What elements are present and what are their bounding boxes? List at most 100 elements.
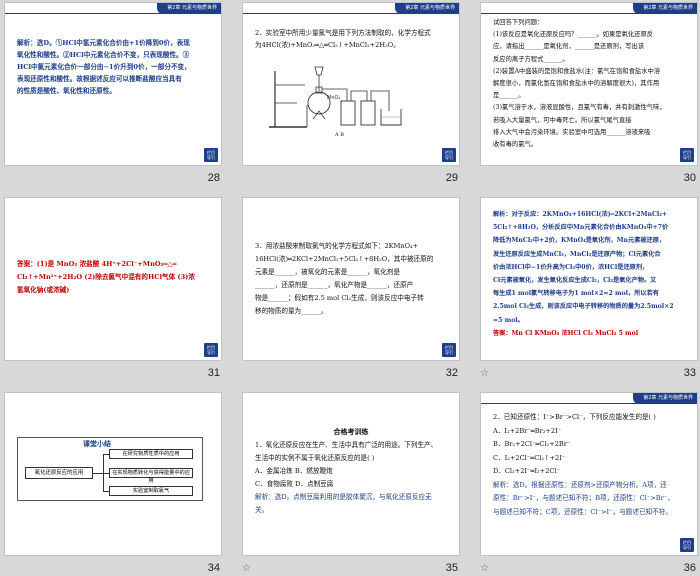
- text-line: 移的物质的量为______。: [255, 307, 328, 315]
- text-line: 生活中的实例不属于氧化还原反应的是( ): [255, 454, 375, 462]
- summary-branch: 在研究物质性质中的应用: [109, 449, 193, 459]
- slide-thumb-31[interactable]: 答案：(1)是 MnO₂ 浓盐酸 4H⁺+2Cl⁻+MnO₂═△═ Cl₂↑+M…: [0, 195, 224, 381]
- slide-number: 34: [207, 562, 220, 574]
- slide-number: 28: [207, 172, 220, 184]
- section-title: 合格考训练: [333, 427, 369, 436]
- svg-text:MnO₂: MnO₂: [327, 95, 340, 101]
- slide-number: 35: [445, 562, 458, 574]
- text-line: 排入大气中会污染环境。实验室中可选用______溶液来吸: [493, 128, 651, 136]
- back-nav-button[interactable]: 栏目 导引: [442, 343, 456, 357]
- text-line: Cl₂↑+Mn²⁺+2H₂O (2)除去氯气中混有的HCl气体 (3)浓: [17, 273, 195, 281]
- text-line: 应，请指出______是氧化剂，______是还原剂，写出该: [493, 43, 645, 51]
- header-line: [481, 403, 697, 404]
- slide-text: 1．氧化还原反应在生产、生活中具有广泛的用途。下列生产、 生活中的实例不属于氧化…: [255, 439, 445, 517]
- text-line: 氧化性和酸性。②HCl中元素化合价不变，只表现酸性。③: [17, 51, 190, 59]
- text-line: B．Br₂+2Cl⁻═Cl₂+2Br⁻: [493, 440, 571, 448]
- slide-30-canvas[interactable]: 第2章 元素与物质世界 试回答下列问题： (1)该反应是氧化还原反应吗？____…: [480, 2, 698, 166]
- slide-thumb-36[interactable]: 第2章 元素与物质世界 2．已知还原性：I⁻>Br⁻>Cl⁻，下列反应能发生的是…: [476, 390, 700, 576]
- slide-number: 36: [683, 562, 696, 574]
- text-line: HCl中氯元素化合价一部分由−1价升到0价，一部分不变，: [17, 63, 191, 71]
- slide-thumb-35[interactable]: 合格考训练 1．氧化还原反应在生产、生活中具有广泛的用途。下列生产、 生活中的实…: [238, 390, 462, 576]
- animation-star-icon[interactable]: ☆: [242, 563, 251, 574]
- text-line: 表现还原性和酸性。故根据述反应可以推断盐酸应当具有: [17, 75, 182, 83]
- slide-number: 33: [683, 367, 696, 379]
- slide-35-canvas[interactable]: 合格考训练 1．氧化还原反应在生产、生活中具有广泛的用途。下列生产、 生活中的实…: [242, 392, 460, 556]
- slide-text: 3．用浓盐酸来制取氯气的化学方程式如下：2KMnO₄+ 16HCl(浓)═2KC…: [255, 240, 445, 318]
- text-line: (1)该反应是氧化还原反应吗？______。如果是氧化还原反: [493, 31, 654, 39]
- slide-32-canvas[interactable]: 3．用浓盐酸来制取氯气的化学方程式如下：2KMnO₄+ 16HCl(浓)═2KC…: [242, 197, 460, 361]
- slide-text: 解析：对于反应：2KMnO₄+16HCl(浓)═2KCl+2MnCl₂+ 5Cl…: [493, 208, 683, 340]
- header-line: [481, 13, 697, 14]
- diagram-caption: A B: [335, 132, 344, 138]
- text-line: 物是______；假如有2.5 mol Cl₂生成，则该反应中电子转: [255, 294, 424, 302]
- slide-36-canvas[interactable]: 第2章 元素与物质世界 2．已知还原性：I⁻>Br⁻>Cl⁻，下列反应能发生的是…: [480, 392, 698, 556]
- text-line: 解析：选D。①HCl中氢元素化合价由+1价降到0价，表现: [17, 39, 190, 47]
- text-line: 3．用浓盐酸来制取氯气的化学方程式如下：2KMnO₄+: [255, 242, 419, 250]
- solution-line: 关。: [255, 506, 269, 514]
- back-nav-button[interactable]: 栏目 导引: [680, 148, 694, 162]
- text-line: 5Cl₂↑+8H₂O，分析反应中Mn元素化合价由KMnO₄中+7价: [493, 224, 669, 232]
- slide-31-canvas[interactable]: 答案：(1)是 MnO₂ 浓盐酸 4H⁺+2Cl⁻+MnO₂═△═ Cl₂↑+M…: [4, 197, 222, 361]
- text-line: A．I₂+2Br⁻═Br₂+2I⁻: [493, 426, 562, 435]
- text-line: 2.5mol Cl₂生成，则该反应中电子转移的物质的量为2.5mol×2: [493, 303, 674, 311]
- slide-text: 答案：(1)是 MnO₂ 浓盐酸 4H⁺+2Cl⁻+MnO₂═△═ Cl₂↑+M…: [17, 258, 207, 297]
- slide-thumb-28[interactable]: 第2章 元素与物质世界 解析：选D。①HCl中氢元素化合价由+1价降到0价，表现…: [0, 0, 224, 186]
- slide-thumb-30[interactable]: 第2章 元素与物质世界 试回答下列问题： (1)该反应是氧化还原反应吗？____…: [476, 0, 700, 186]
- text-line: 2．实验室中所用少量氯气是用下列方法制取的，化学方程式: [255, 29, 431, 37]
- answer-line: 答案：Mn Cl KMnO₄ 浓HCl Cl₂ MnCl₂ 5 mol: [493, 329, 639, 337]
- summary-branch: 在实现物质转化与获得能量中的应用: [109, 468, 193, 484]
- slide-text: 解析：选D。①HCl中氢元素化合价由+1价降到0价，表现 氧化性和酸性。②HCl…: [17, 37, 207, 97]
- text-line: Cl元素被氧化，发生氧化反应生成Cl₂，Cl₂是氧化产物。又: [493, 277, 657, 285]
- summary-root: 氧化还原反应的应用: [25, 467, 93, 479]
- back-nav-button[interactable]: 栏目 导引: [680, 538, 694, 552]
- text-line: 每生成1 mol氯气转移电子为1 mol×2=2 mol，所以若有: [493, 290, 659, 298]
- animation-star-icon[interactable]: ☆: [480, 368, 489, 379]
- text-line: 是______。: [493, 92, 525, 100]
- text-line: 解度很小，而氯化氢在饱和食盐水中的溶解度很大)，其作用: [493, 80, 660, 88]
- slide-number: 31: [207, 367, 220, 379]
- slide-text: 2．已知还原性：I⁻>Br⁻>Cl⁻，下列反应能发生的是( ) A．I₂+2Br…: [493, 411, 683, 519]
- slide-number: 29: [445, 172, 458, 184]
- text-line: 反应的离子方程式______。: [493, 55, 569, 63]
- back-nav-button[interactable]: 栏目 导引: [204, 148, 218, 162]
- slide-number: 30: [683, 172, 696, 184]
- text-line: D．Cl₂+2I⁻═I₂+2Cl⁻: [493, 467, 561, 475]
- lab-apparatus-diagram: MnO₂: [269, 66, 402, 128]
- text-line: C．I₂+2Cl⁻═Cl₂↑+2I⁻: [493, 453, 566, 462]
- solution-line: 解析：选D。根据还原性：还原剂>还原产物分析。A项，还: [493, 480, 667, 489]
- summary-title: 课堂小结: [83, 440, 111, 448]
- slide-thumb-32[interactable]: 3．用浓盐酸来制取氯气的化学方程式如下：2KMnO₄+ 16HCl(浓)═2KC…: [238, 195, 462, 381]
- slide-33-canvas[interactable]: 解析：对于反应：2KMnO₄+16HCl(浓)═2KCl+2MnCl₂+ 5Cl…: [480, 197, 698, 361]
- header-line: [243, 13, 459, 14]
- text-line: 1．氧化还原反应在生产、生活中具有广泛的用途。下列生产、: [255, 441, 438, 449]
- slide-number: 32: [445, 367, 458, 379]
- back-nav-button[interactable]: 栏目 导引: [442, 148, 456, 162]
- text-line: 发生还原反应生成MnCl₂，MnCl₂是还原产物；Cl元素化合: [493, 250, 661, 258]
- slide-thumb-34[interactable]: 课堂小结 氧化还原反应的应用 在研究物质性质中的应用 在实现物质转化与获得能量中…: [0, 390, 224, 576]
- slide-thumb-29[interactable]: 第2章 元素与物质世界 2．实验室中所用少量氯气是用下列方法制取的，化学方程式 …: [238, 0, 462, 186]
- text-line: C．食物腐败 D．点制豆腐: [255, 480, 334, 488]
- text-line: 元素是______，被氧化的元素是______，氧化剂是: [255, 268, 401, 276]
- slide-text: 2．实验室中所用少量氯气是用下列方法制取的，化学方程式 为4HCl(浓)+MnO…: [255, 27, 445, 51]
- animation-star-icon[interactable]: ☆: [480, 563, 489, 574]
- text-line: 试回答下列问题：: [493, 19, 544, 26]
- text-line: 解析：对于反应：2KMnO₄+16HCl(浓)═2KCl+2MnCl₂+: [493, 211, 668, 218]
- slide-28-canvas[interactable]: 第2章 元素与物质世界 解析：选D。①HCl中氢元素化合价由+1价降到0价，表现…: [4, 2, 222, 166]
- text-line: 2．已知还原性：I⁻>Br⁻>Cl⁻，下列反应能发生的是( ): [493, 413, 656, 421]
- text-line: 16HCl(浓)═2KCl+2MnCl₂+5Cl₂↑+8H₂O，其中被还原的: [255, 255, 434, 263]
- text-line: 若吸入大量氯气，可中毒死亡。所以氯气尾气直接: [493, 116, 632, 124]
- slide-29-canvas[interactable]: 第2章 元素与物质世界 2．实验室中所用少量氯气是用下列方法制取的，化学方程式 …: [242, 2, 460, 166]
- text-line: 收有毒的氯气。: [493, 141, 538, 149]
- back-nav-button[interactable]: 栏目 导引: [204, 343, 218, 357]
- text-line: =5 mol。: [493, 316, 524, 324]
- slide-thumb-33[interactable]: 解析：对于反应：2KMnO₄+16HCl(浓)═2KCl+2MnCl₂+ 5Cl…: [476, 195, 700, 381]
- slide-text: 试回答下列问题： (1)该反应是氧化还原反应吗？______。如果是氧化还原反 …: [493, 17, 683, 151]
- text-line: 答案：(1)是 MnO₂ 浓盐酸 4H⁺+2Cl⁻+MnO₂═△═: [17, 260, 177, 268]
- text-line: 氢氧化钠(或浓碱): [17, 286, 70, 294]
- text-line: 降低为MnCl₂中+2价，KMnO₄是氧化剂，Mn元素被还原，: [493, 237, 666, 245]
- slide-sorter-grid: 第2章 元素与物质世界 解析：选D。①HCl中氢元素化合价由+1价降到0价，表现…: [0, 0, 700, 576]
- solution-line: 与题述已知不符；C项，还原性：Cl⁻>I⁻，与题述已知不符。: [493, 507, 672, 516]
- slide-34-canvas[interactable]: 课堂小结 氧化还原反应的应用 在研究物质性质中的应用 在实现物质转化与获得能量中…: [4, 392, 222, 556]
- header-line: [5, 13, 221, 14]
- text-line: A．金属冶炼 B．燃放鞭炮: [255, 467, 333, 475]
